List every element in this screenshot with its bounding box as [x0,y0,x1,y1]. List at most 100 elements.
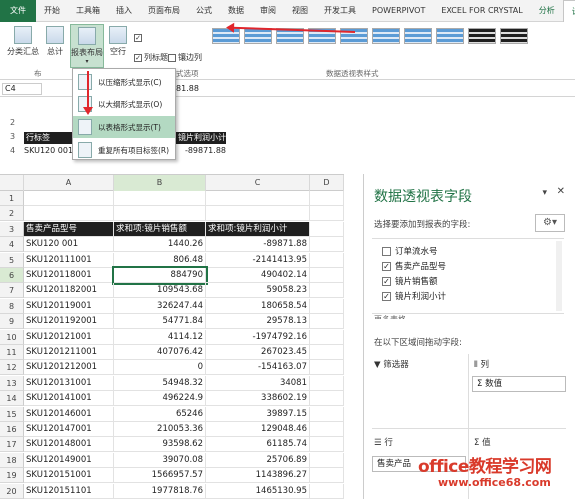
pivot-style-thumb[interactable] [500,28,528,44]
grid-cell[interactable] [206,191,310,206]
pivot-row-label[interactable]: SKU120148001 [24,437,114,453]
pivot-row-label[interactable]: SKU1201192001 [24,314,114,330]
pivot-row-label[interactable]: SKU1201212001 [24,360,114,376]
row-header[interactable]: 11 [0,345,24,360]
pivot-row-label[interactable]: SKU1201182001 [24,283,114,299]
grid-cell[interactable] [310,268,344,283]
pivot-value-cell[interactable]: -89871.88 [206,237,310,253]
grid-cell[interactable] [24,191,114,206]
grid-cell[interactable] [310,345,344,360]
grid-cell[interactable] [310,406,344,422]
grid-cell[interactable] [310,191,344,206]
pivot-header-cell[interactable]: 求和项:镜片利润小计 [206,221,310,237]
grid-cell[interactable] [310,375,344,391]
grid-cell[interactable] [310,452,344,468]
grid-cell[interactable] [310,391,344,407]
header-row-checkbox[interactable]: ✓ [134,34,142,42]
column-header-c[interactable]: C [206,175,310,191]
select-all-corner[interactable] [0,175,24,191]
more-tables-link[interactable]: 更多表格 [374,314,406,319]
pivot-row-label[interactable]: SKU120141001 [24,391,114,407]
field-lens-sales[interactable]: ✓ 镜片销售额 [382,275,438,287]
pivot-row-label[interactable]: SKU120151101 [24,483,114,499]
tab-developer[interactable]: 开发工具 [316,0,364,22]
blank-rows-button[interactable]: 空行 [106,26,130,57]
grid-cell[interactable] [310,314,344,330]
pivot-row-label[interactable]: SKU1201211001 [24,345,114,360]
tab-insert[interactable]: 插入 [108,0,140,22]
pivot-value-cell[interactable]: 496224.9 [114,391,206,407]
pivot-style-thumb[interactable] [244,28,272,44]
row-header[interactable]: 14 [0,391,24,407]
tab-file[interactable]: 文件 [0,0,36,22]
pivot-value-cell[interactable]: 4114.12 [114,329,206,345]
row-header[interactable]: 9 [0,314,24,330]
pivot-value-cell[interactable]: 61185.74 [206,437,310,453]
column-header-a[interactable]: A [24,175,114,191]
field-lens-profit[interactable]: ✓ 镜片利润小计 [382,290,446,302]
tab-view[interactable]: 视图 [284,0,316,22]
pivot-value-cell[interactable]: 806.48 [114,252,206,268]
row-header[interactable]: 1 [0,191,24,206]
pivot-style-thumb[interactable] [436,28,464,44]
pivot-header-cell[interactable]: 求和项:镜片销售额 [114,221,206,237]
tab-analyze[interactable]: 分析 [531,0,563,22]
pivot-row-label[interactable]: SKU120119001 [24,298,114,314]
pivot-value-cell[interactable]: 490402.14 [206,268,310,283]
pivot-value-cell[interactable]: -2141413.95 [206,252,310,268]
tab-formulas[interactable]: 公式 [188,0,220,22]
pivot-row-label[interactable]: SKU120151001 [24,468,114,484]
grid-cell[interactable] [310,206,344,222]
row-header[interactable]: 13 [0,375,24,391]
pivot-value-cell[interactable]: 29578.13 [206,314,310,330]
row-header[interactable]: 7 [0,283,24,299]
pivot-style-thumb[interactable] [372,28,400,44]
gear-icon[interactable]: ⚙▾ [535,214,565,232]
pivot-value-cell[interactable]: 39897.15 [206,406,310,422]
pivot-style-thumb[interactable] [404,28,432,44]
pivot-row-label[interactable]: SKU120 001 [24,237,114,253]
field-order-id[interactable]: 订单流水号 [382,245,438,257]
grid-cell[interactable] [310,283,344,299]
grid-cell[interactable] [310,468,344,484]
grid-cell[interactable] [310,237,344,253]
pivot-value-cell[interactable]: 34081 [206,375,310,391]
pivot-value-cell[interactable]: 39070.08 [114,452,206,468]
tab-toolbox[interactable]: 工具箱 [68,0,108,22]
field-list-scrollbar[interactable] [556,241,562,311]
pivot-value-cell[interactable]: 1143896.27 [206,468,310,484]
row-header[interactable]: 3 [0,221,24,237]
pivot-value-cell[interactable]: 54771.84 [114,314,206,330]
grid-cell[interactable] [310,437,344,453]
pivot-row-label[interactable]: SKU120147001 [24,422,114,437]
pivot-value-cell[interactable]: 1977818.76 [114,483,206,499]
name-box[interactable]: C4 [2,83,42,95]
tab-powerpivot[interactable]: POWERPIVOT [364,0,433,22]
tab-home[interactable]: 开始 [36,0,68,22]
pivot-row-label[interactable]: SKU120111001 [24,252,114,268]
pivot-value-cell[interactable]: 59058.23 [206,283,310,299]
pivot-row-label[interactable]: SKU120118001 [24,268,114,283]
column-header-d[interactable]: D [310,175,344,191]
tab-excel-for-crystal[interactable]: EXCEL FOR CRYSTAL [433,0,530,22]
pivot-value-cell[interactable]: -154163.07 [206,360,310,376]
pivot-value-cell[interactable]: 180658.54 [206,298,310,314]
row-header[interactable]: 16 [0,422,24,437]
pivot-value-cell[interactable]: 54948.32 [114,375,206,391]
grid-cell[interactable] [310,360,344,376]
tab-data[interactable]: 数据 [220,0,252,22]
dropdown-arrow-icon[interactable]: ▾ [542,188,547,198]
formula-input[interactable]: 81.88 [176,83,199,95]
spreadsheet-grid[interactable]: A B C D 1 2 3 售卖产品型号 求和项:镜片销售额 求和项:镜片利润小计 4 SKU… [0,174,344,499]
row-header[interactable]: 18 [0,452,24,468]
grid-cell[interactable] [310,422,344,437]
grid-cell[interactable] [310,329,344,345]
row-header[interactable]: 4 [0,237,24,253]
pivot-value-cell[interactable]: 1465130.95 [206,483,310,499]
subtotal-button[interactable]: 分类汇总 [6,26,40,57]
pivot-value-cell[interactable]: 884790 [112,266,208,285]
row-header[interactable]: 2 [0,206,24,222]
menu-item-repeat-labels[interactable]: 重复所有项目标签(R) [73,139,175,161]
pivot-value-cell[interactable]: 1440.26 [114,237,206,253]
menu-item-tabular[interactable]: 以表格形式显示(T) [73,116,175,138]
